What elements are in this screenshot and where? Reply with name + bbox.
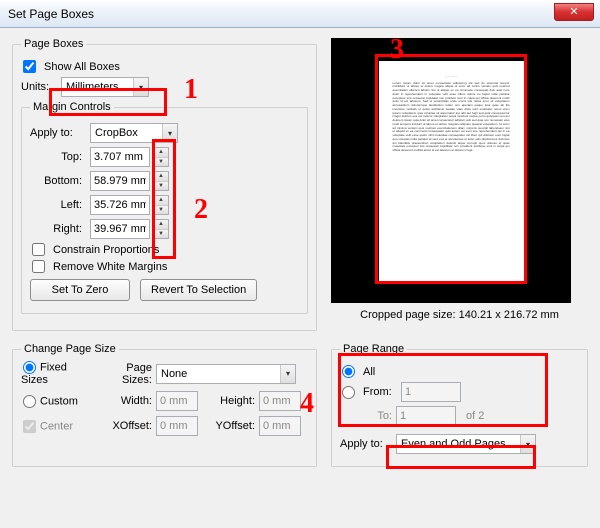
dropdown-arrow-icon: ▾ <box>133 78 148 96</box>
height-input[interactable] <box>259 391 301 411</box>
bottom-label: Bottom: <box>30 175 82 187</box>
bottom-spinner[interactable]: ▲▼ <box>154 171 169 191</box>
range-applyto-value: Even and Odd Pages <box>397 438 520 450</box>
pagesizes-select[interactable]: None ▾ <box>156 364 296 384</box>
pageboxes-legend: Page Boxes <box>21 38 86 50</box>
custom-radio[interactable] <box>23 395 36 408</box>
custom-label: Custom <box>40 395 78 407</box>
pagesizes-value: None <box>157 368 280 380</box>
change-page-size-group: Change Page Size Fixed Sizes Page Sizes:… <box>12 343 317 467</box>
right-label: Right: <box>30 223 82 235</box>
xoffset-input[interactable] <box>156 416 198 436</box>
xoffset-label: XOffset: <box>96 420 156 432</box>
show-all-label: Show All Boxes <box>44 61 120 73</box>
center-checkbox <box>23 420 36 433</box>
applyto-select[interactable]: CropBox ▾ <box>90 123 178 143</box>
applyto-label: Apply to: <box>30 127 82 139</box>
remove-white-label: Remove White Margins <box>53 261 167 273</box>
range-of-label: of 2 <box>466 410 484 422</box>
from-input[interactable] <box>401 382 461 402</box>
width-input[interactable] <box>156 391 198 411</box>
range-all-radio[interactable] <box>342 365 355 378</box>
constrain-checkbox[interactable] <box>32 243 45 256</box>
fixed-sizes-radio[interactable] <box>23 361 36 374</box>
window-title: Set Page Boxes <box>8 7 94 21</box>
applyto-value: CropBox <box>91 127 162 139</box>
pageboxes-group: Page Boxes Show All Boxes Units: Millime… <box>12 38 317 331</box>
revert-button[interactable]: Revert To Selection <box>140 279 257 301</box>
preview-caption: Cropped page size: 140.21 x 216.72 mm <box>331 309 588 321</box>
range-from-label: From: <box>363 386 397 398</box>
page-preview: ……… Lorem ipsum dolor sit amet consectet… <box>331 38 571 303</box>
units-value: Millimeters <box>62 81 133 93</box>
to-input[interactable] <box>396 406 456 426</box>
left-spinner[interactable]: ▲▼ <box>154 195 169 215</box>
constrain-label: Constrain Proportions <box>53 244 159 256</box>
top-input[interactable] <box>90 147 150 167</box>
margin-controls-group: Margin Controls Apply to: CropBox ▾ Top:… <box>21 101 308 314</box>
yoffset-label: YOffset: <box>204 420 259 432</box>
left-input[interactable] <box>90 195 150 215</box>
margin-controls-legend: Margin Controls <box>30 101 114 113</box>
page-range-group: Page Range All From: To: of 2 Apply to: … <box>331 343 588 467</box>
yoffset-input[interactable] <box>259 416 301 436</box>
right-input[interactable] <box>90 219 150 239</box>
dropdown-arrow-icon: ▾ <box>162 124 177 142</box>
range-applyto-label: Apply to: <box>340 438 392 450</box>
width-label: Width: <box>96 395 156 407</box>
top-spinner[interactable]: ▲▼ <box>154 147 169 167</box>
show-all-checkbox[interactable] <box>23 60 36 73</box>
right-spinner[interactable]: ▲▼ <box>154 219 169 239</box>
center-label: Center <box>40 420 73 432</box>
range-to-label: To: <box>342 410 392 422</box>
range-applyto-select[interactable]: Even and Odd Pages ▾ <box>396 434 536 454</box>
dropdown-arrow-icon: ▾ <box>280 365 295 383</box>
set-to-zero-button[interactable]: Set To Zero <box>30 279 130 301</box>
units-select[interactable]: Millimeters ▾ <box>61 77 149 97</box>
range-all-label: All <box>363 366 375 378</box>
page-range-legend: Page Range <box>340 343 407 355</box>
dropdown-arrow-icon: ▾ <box>520 435 535 453</box>
height-label: Height: <box>204 395 259 407</box>
pagesizes-label: Page Sizes: <box>96 362 156 386</box>
units-label: Units: <box>21 81 53 93</box>
range-from-radio[interactable] <box>342 386 355 399</box>
close-button[interactable]: ✕ <box>554 3 594 21</box>
change-page-size-legend: Change Page Size <box>21 343 119 355</box>
left-label: Left: <box>30 199 82 211</box>
bottom-input[interactable] <box>90 171 150 191</box>
remove-white-checkbox[interactable] <box>32 260 45 273</box>
top-label: Top: <box>30 151 82 163</box>
preview-page: ……… Lorem ipsum dolor sit amet consectet… <box>379 61 524 281</box>
